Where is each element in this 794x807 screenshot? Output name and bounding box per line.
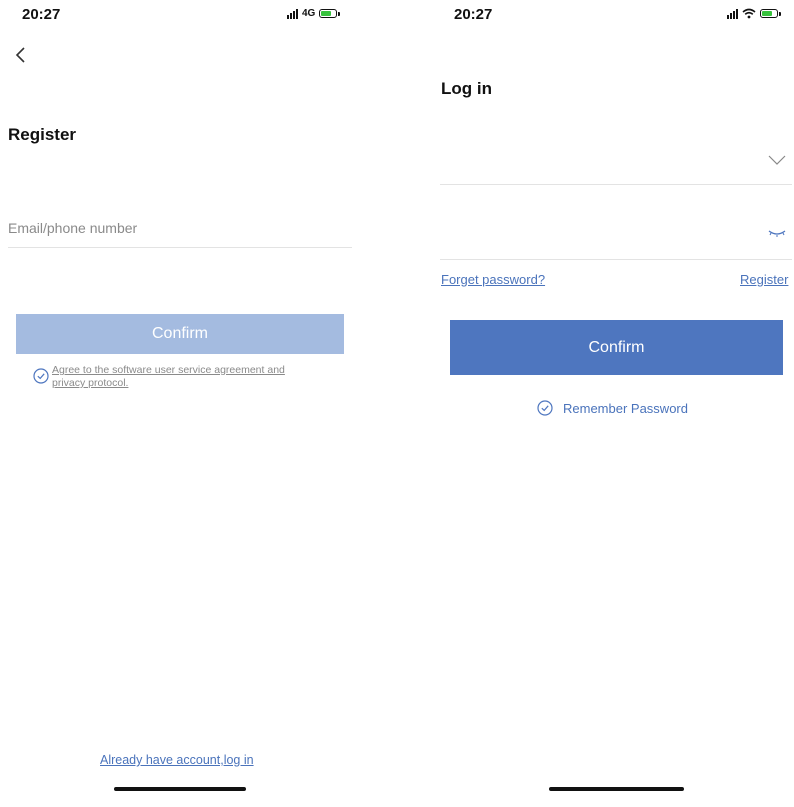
back-chevron-icon [15, 47, 25, 63]
chevron-down-icon[interactable] [768, 155, 786, 165]
network-label: 4G [302, 8, 316, 19]
agreement-line-2[interactable]: privacy protocol. [52, 377, 128, 389]
account-field-container [440, 145, 792, 185]
home-indicator [549, 787, 684, 791]
page-title: Log in [441, 79, 492, 98]
register-link[interactable]: Register [740, 272, 788, 287]
check-circle-icon[interactable] [33, 368, 49, 384]
confirm-button[interactable]: Confirm [450, 320, 783, 375]
eye-closed-icon[interactable] [768, 228, 786, 238]
login-link[interactable]: Already have account,log in [100, 753, 254, 767]
home-indicator [114, 787, 246, 791]
status-time: 20:27 [22, 6, 61, 23]
register-screen: 20:27 4G Register Confirm Agree to the s… [0, 0, 360, 807]
status-time: 20:27 [454, 6, 493, 23]
status-indicators [727, 8, 781, 19]
agreement-line-1[interactable]: Agree to the software user service agree… [52, 364, 285, 376]
page-title: Register [8, 125, 77, 144]
wifi-icon [742, 8, 756, 19]
email-field-container [8, 220, 352, 248]
email-field[interactable] [8, 220, 352, 236]
remember-password-label[interactable]: Remember Password [563, 401, 688, 416]
battery-icon [319, 9, 341, 18]
password-field[interactable] [440, 226, 760, 242]
confirm-button[interactable]: Confirm [16, 314, 344, 354]
password-field-container [440, 220, 792, 260]
signal-icon [727, 8, 738, 19]
check-circle-icon[interactable] [537, 400, 553, 416]
account-field[interactable] [440, 155, 760, 171]
signal-icon [287, 8, 298, 19]
login-screen: 20:27 Log in Forget password? Register C… [434, 0, 794, 807]
status-indicators: 4G [287, 8, 341, 19]
forget-password-link[interactable]: Forget password? [441, 272, 545, 287]
battery-icon [760, 9, 781, 18]
back-button[interactable] [10, 44, 32, 66]
